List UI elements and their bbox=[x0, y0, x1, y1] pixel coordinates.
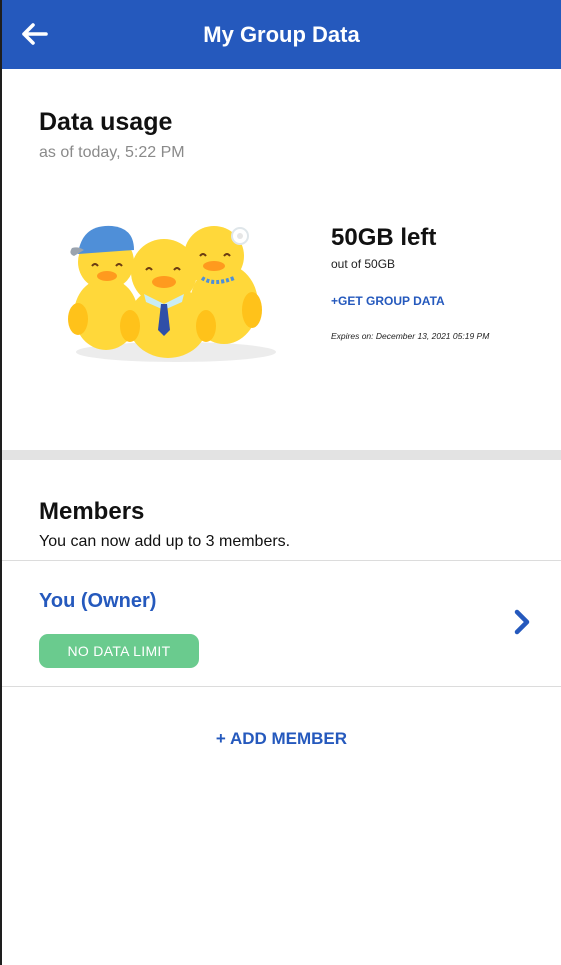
members-subtitle: You can now add up to 3 members. bbox=[39, 533, 291, 550]
expiry-date: Expires on: December 13, 2021 05:19 PM bbox=[331, 331, 490, 341]
member-name: You (Owner) bbox=[39, 590, 157, 612]
page-title: My Group Data bbox=[203, 22, 360, 47]
ducks-illustration bbox=[68, 225, 276, 362]
app-screen: My Group Data Data usage as of today, 5:… bbox=[0, 0, 561, 965]
member-row-owner[interactable]: You (Owner) NO DATA LIMIT bbox=[2, 561, 561, 686]
data-usage-heading: Data usage bbox=[39, 108, 173, 136]
chevron-right-icon bbox=[514, 609, 530, 635]
usage-timestamp: as of today, 5:22 PM bbox=[39, 144, 185, 161]
section-divider bbox=[2, 450, 561, 460]
data-total: out of 50GB bbox=[331, 257, 396, 271]
get-group-data-link[interactable]: +GET GROUP DATA bbox=[331, 294, 445, 308]
data-limit-badge: NO DATA LIMIT bbox=[39, 634, 199, 668]
add-member-button[interactable]: + ADD MEMBER bbox=[2, 729, 561, 749]
members-heading: Members bbox=[39, 498, 145, 525]
row-divider-bottom bbox=[2, 686, 561, 687]
data-left-amount: 50GB left bbox=[331, 224, 437, 251]
app-bar: My Group Data bbox=[2, 0, 561, 69]
